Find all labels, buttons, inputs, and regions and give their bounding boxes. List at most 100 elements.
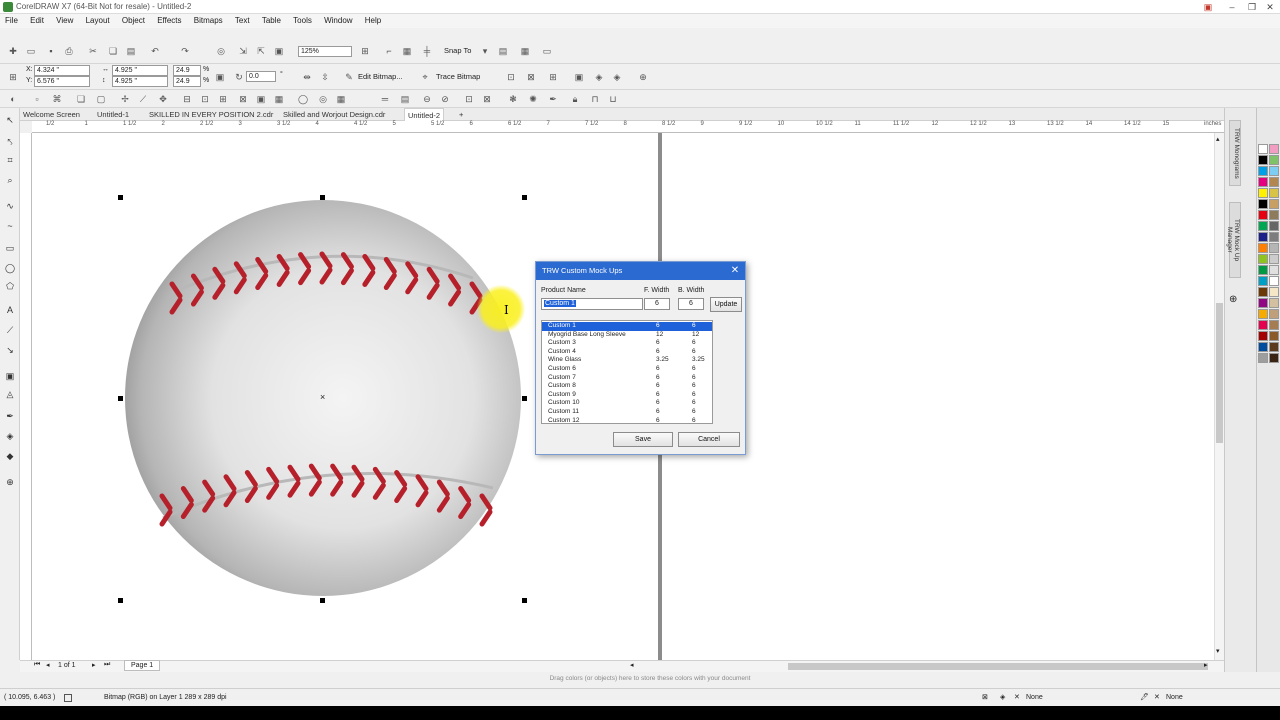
- align-icon[interactable]: ⊟: [180, 92, 194, 106]
- copy-object-icon[interactable]: ❏: [74, 92, 88, 106]
- mirror-vertical-icon[interactable]: ⇳: [318, 70, 332, 84]
- save-icon[interactable]: ▪: [44, 44, 58, 58]
- color-swatch[interactable]: [1269, 155, 1279, 165]
- color-swatch[interactable]: [1269, 199, 1279, 209]
- application-launcher-icon[interactable]: ▭: [540, 44, 554, 58]
- menu-bitmaps[interactable]: Bitmaps: [189, 14, 228, 28]
- selection-handle-bottom[interactable]: [320, 598, 325, 603]
- tab-skilled-and-workout-design[interactable]: Skilled and Worjout Design.cdr: [280, 108, 388, 121]
- save-button[interactable]: Save: [613, 432, 673, 447]
- back-width-field[interactable]: 6: [678, 298, 704, 310]
- close-button[interactable]: ✕: [1258, 0, 1280, 14]
- list-item[interactable]: Custom 9 6 6: [542, 391, 712, 400]
- ellipse-tool-icon[interactable]: ◯: [4, 262, 16, 274]
- color-swatch[interactable]: [1269, 353, 1279, 363]
- tab-skilled-in-every-position[interactable]: SKILLED IN EVERY POSITION 2.cdr: [146, 108, 276, 121]
- color-swatch[interactable]: [1269, 265, 1279, 275]
- horizontal-ruler[interactable]: 1/2 1 1 1/2 2 2 1/2 3 3 1/2 4 4 1/2 5 5 1/2 6 6 1/2 7…: [32, 121, 1224, 133]
- fit-icon[interactable]: ⊡: [462, 92, 476, 106]
- fill-swatch-icon[interactable]: ⊠: [982, 689, 988, 707]
- play-icon[interactable]: [64, 694, 72, 702]
- product-list[interactable]: Custom 1 6 6 Myogrid Base Long Sleeve 12 12 Cu…: [541, 320, 713, 424]
- color-swatch[interactable]: [1269, 287, 1279, 297]
- page-next-icon[interactable]: ▸: [92, 661, 96, 669]
- trace-bitmap-icon[interactable]: ⌖: [418, 70, 432, 84]
- color-swatch[interactable]: [1269, 221, 1279, 231]
- selection-handle-top[interactable]: [320, 195, 325, 200]
- list-item[interactable]: Custom 1 6 6: [542, 322, 712, 331]
- color-swatch[interactable]: [1258, 342, 1268, 352]
- launch-icon[interactable]: ▦: [518, 44, 532, 58]
- list-item[interactable]: Custom 7 6 6: [542, 374, 712, 383]
- menu-text[interactable]: Text: [230, 14, 255, 28]
- selection-handle-right[interactable]: [522, 396, 527, 401]
- selection-handle-bottom-right[interactable]: [522, 598, 527, 603]
- page-tab[interactable]: Page 1: [124, 660, 161, 671]
- trace-bitmap-button[interactable]: Trace Bitmap: [436, 72, 480, 81]
- help-icon[interactable]: ▣: [1196, 0, 1220, 14]
- snap-dropdown-arrow-icon[interactable]: ▾: [478, 44, 492, 58]
- page-first-icon[interactable]: ⏮: [34, 661, 40, 669]
- lock-ratio-icon[interactable]: ▣: [213, 70, 227, 84]
- new-document-icon[interactable]: ✚: [6, 44, 20, 58]
- dialog-close-icon[interactable]: ✕: [729, 265, 741, 277]
- show-guidelines-icon[interactable]: ╪: [420, 44, 434, 58]
- unlock-all-icon[interactable]: ⊔: [606, 92, 620, 106]
- outline-pen-icon[interactable]: 🖊︎: [1140, 689, 1149, 707]
- color-swatch[interactable]: [1269, 342, 1279, 352]
- polygon-tool-icon[interactable]: ⬠: [4, 280, 16, 292]
- add-icon[interactable]: ⊕: [636, 70, 650, 84]
- color-swatch[interactable]: [1258, 276, 1268, 286]
- color-swatch[interactable]: [1269, 210, 1279, 220]
- node-icon[interactable]: ✢: [118, 92, 132, 106]
- smart-fill-tool-icon[interactable]: ◆: [4, 450, 16, 462]
- print-icon[interactable]: ⎙: [62, 44, 76, 58]
- fill-icon-status[interactable]: ◈: [1000, 689, 1005, 707]
- rectangle-tool-icon[interactable]: ▭: [4, 242, 16, 254]
- wrap-text-icon[interactable]: ▣: [572, 70, 586, 84]
- color-swatch[interactable]: [1269, 243, 1279, 253]
- grid-icon[interactable]: ▦: [334, 92, 348, 106]
- shape-tool-icon[interactable]: ⤣: [4, 136, 16, 148]
- docker-tab-monograms[interactable]: TRW Monograms: [1229, 120, 1241, 186]
- palette-icon[interactable]: ✺: [526, 92, 540, 106]
- object-origin-icon[interactable]: ⊞: [6, 70, 20, 84]
- menu-layout[interactable]: Layout: [81, 14, 115, 28]
- eyedropper-icon[interactable]: ✒: [546, 92, 560, 106]
- vertical-scroll-thumb[interactable]: [1216, 303, 1223, 443]
- color-swatch[interactable]: [1258, 298, 1268, 308]
- menu-edit[interactable]: Edit: [25, 14, 49, 28]
- intersect-icon[interactable]: ▣: [254, 92, 268, 106]
- update-button[interactable]: Update: [710, 297, 742, 312]
- drop-shadow-tool-icon[interactable]: ▣: [4, 370, 16, 382]
- contour-icon[interactable]: ❃: [506, 92, 520, 106]
- scale-y-field[interactable]: 24.9: [173, 76, 201, 87]
- unlock-icon[interactable]: ⊓: [588, 92, 602, 106]
- cancel-button[interactable]: Cancel: [678, 432, 740, 447]
- vertical-scrollbar[interactable]: ▴ ▾: [1214, 133, 1224, 660]
- no-icon[interactable]: ⊘: [438, 92, 452, 106]
- color-swatch[interactable]: [1269, 309, 1279, 319]
- list-item[interactable]: Custom 11 6 6: [542, 408, 712, 417]
- width-field[interactable]: 4.925 ": [112, 65, 168, 76]
- height-field[interactable]: 4.925 ": [112, 76, 168, 87]
- list-item[interactable]: Custom 10 6 6: [542, 399, 712, 408]
- artistic-media-tool-icon[interactable]: ~: [4, 220, 16, 232]
- move-icon[interactable]: ✥: [156, 92, 170, 106]
- docker-tab-mockup-manager[interactable]: TRW Mock Up Manager: [1226, 202, 1241, 278]
- color-swatch[interactable]: [1258, 210, 1268, 220]
- undo-icon[interactable]: ↶: [148, 44, 162, 58]
- interactive-fill-tool-icon[interactable]: ◈: [4, 430, 16, 442]
- show-grid-icon[interactable]: ▦: [400, 44, 414, 58]
- tab-untitled-2[interactable]: Untitled-2: [404, 108, 445, 121]
- selection-handle-bottom-left[interactable]: [118, 598, 123, 603]
- combine-icon[interactable]: ⊞: [216, 92, 230, 106]
- no-outline-icon[interactable]: ✕: [1154, 689, 1160, 707]
- publish-pdf-icon[interactable]: ▣: [272, 44, 286, 58]
- page-prev-icon[interactable]: ◂: [46, 661, 50, 669]
- tab-untitled-1[interactable]: Untitled-1: [94, 108, 132, 121]
- mirror-horizontal-icon[interactable]: ⇹: [300, 70, 314, 84]
- zoom-tool-icon[interactable]: ⌕: [4, 174, 16, 186]
- fill-icon[interactable]: ▦: [272, 92, 286, 106]
- color-swatch[interactable]: [1269, 276, 1279, 286]
